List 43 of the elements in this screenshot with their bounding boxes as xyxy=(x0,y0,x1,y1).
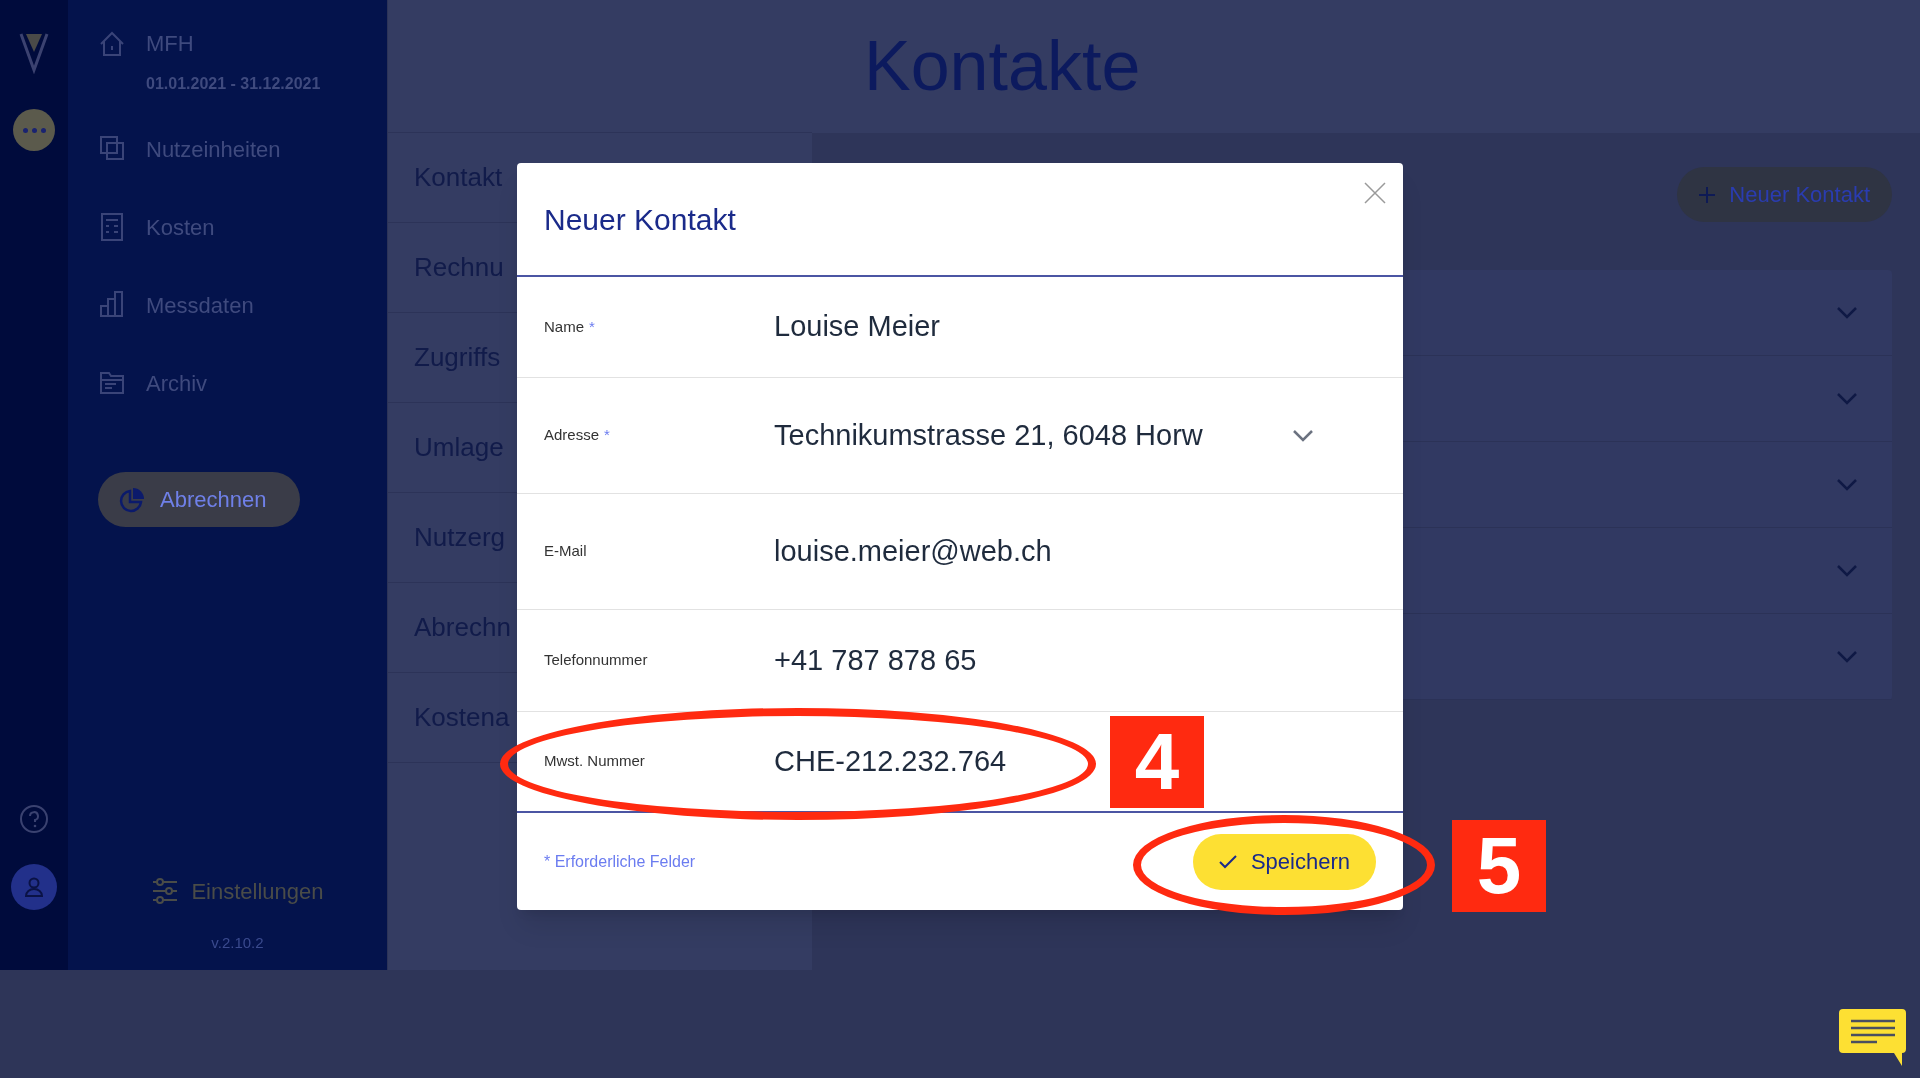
field-label: Telefonnummer xyxy=(544,650,649,671)
version-label: v.2.10.2 xyxy=(211,932,264,953)
bar-chart-icon xyxy=(98,290,126,320)
date-range: 01.01.2021 - 31.12.2021 xyxy=(146,74,321,94)
help-icon[interactable] xyxy=(19,804,49,834)
receipt-icon xyxy=(98,212,126,242)
step-number: 5 xyxy=(1452,820,1546,912)
sliders-icon xyxy=(151,878,180,904)
project-name[interactable]: MFH xyxy=(146,30,321,58)
nav-item[interactable]: Nutzeinheiten xyxy=(146,132,281,166)
avatar-button[interactable] xyxy=(11,864,57,910)
save-button[interactable]: Speichern xyxy=(1192,833,1376,890)
field-label: Name * xyxy=(544,316,596,337)
chevron-down-icon xyxy=(1292,429,1314,442)
user-icon xyxy=(23,876,45,898)
input-field[interactable]: louise.meier@web.ch xyxy=(774,529,1334,574)
chevron-down-icon[interactable] xyxy=(1836,564,1858,577)
bill-button[interactable]: Abrechnen xyxy=(98,472,300,527)
plus-icon xyxy=(1699,186,1716,203)
home-icon xyxy=(98,30,126,58)
checkmark-icon xyxy=(1218,854,1237,869)
address-select[interactable]: Technikumstrasse 21, 6048 Horw xyxy=(774,413,1314,458)
nav-item[interactable]: Messdaten xyxy=(146,288,254,322)
chevron-down-icon[interactable] xyxy=(1836,650,1858,663)
input-field[interactable]: +41 787 878 65 xyxy=(774,638,1334,683)
new-contact-button[interactable]: Neuer Kontakt xyxy=(1677,167,1892,222)
chevron-down-icon[interactable] xyxy=(1836,478,1858,491)
input-field[interactable]: Louise Meier xyxy=(774,305,1334,349)
field-label: Adresse * xyxy=(544,425,611,446)
field-label: E-Mail xyxy=(544,541,588,562)
nav-item[interactable]: Archiv xyxy=(146,366,208,400)
field-label: Mwst. Nummer xyxy=(544,751,646,772)
step-number: 4 xyxy=(1110,716,1204,808)
dialog-title: Neuer Kontakt xyxy=(544,201,736,238)
close-icon[interactable] xyxy=(1364,182,1386,204)
nav-item[interactable]: Kosten xyxy=(146,210,215,244)
chevron-down-icon[interactable] xyxy=(1836,306,1858,319)
pie-chart-icon xyxy=(118,485,146,514)
chat-icon[interactable] xyxy=(1839,1009,1907,1067)
more-button[interactable] xyxy=(13,109,55,151)
required-fields-note: * Erforderliche Felder xyxy=(544,851,696,872)
settings-link[interactable]: Einstellungen xyxy=(151,874,324,908)
chevron-down-icon[interactable] xyxy=(1836,392,1858,405)
